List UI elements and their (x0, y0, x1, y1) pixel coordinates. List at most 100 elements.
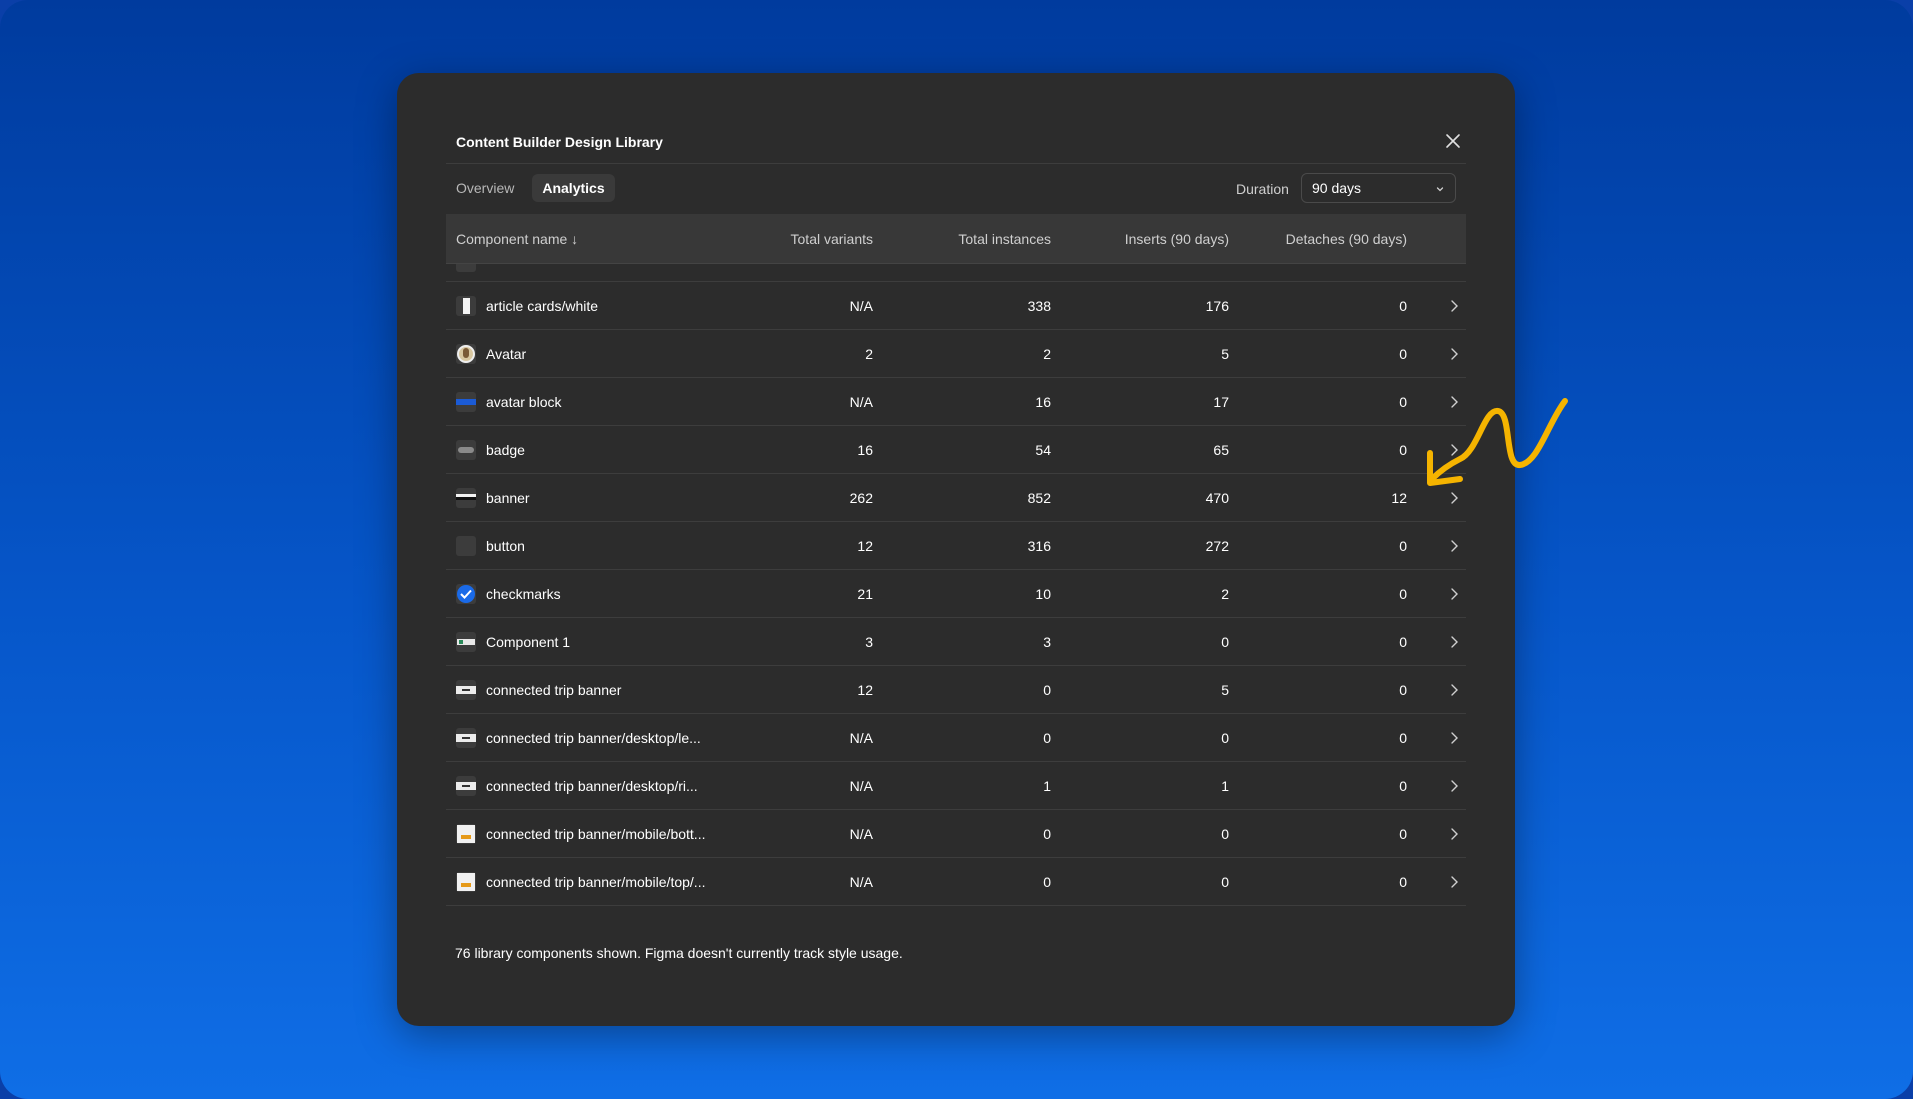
total-variants-value: 21 (857, 586, 873, 602)
column-component-name[interactable]: Component name ↓ (456, 231, 578, 247)
detaches-value: 0 (1399, 394, 1407, 410)
chevron-right-icon[interactable] (1449, 779, 1461, 793)
library-analytics-modal: Content Builder Design Library Overview … (397, 73, 1515, 1026)
table-row[interactable]: article cards/white N/A 338 176 0 (446, 282, 1466, 330)
inserts-value: 5 (1221, 346, 1229, 362)
column-total-variants[interactable]: Total variants (791, 231, 873, 247)
inserts-value: 0 (1221, 874, 1229, 890)
tab-bar: Overview Analytics (446, 168, 615, 208)
total-instances-value: 852 (1027, 490, 1051, 506)
detaches-value: 0 (1399, 730, 1407, 746)
inserts-value: 65 (1213, 442, 1229, 458)
detaches-value: 0 (1399, 682, 1407, 698)
component-name[interactable]: badge (486, 442, 525, 458)
modal-title: Content Builder Design Library (456, 134, 663, 150)
table-body[interactable]: article cards/white N/A 338 176 0 Avatar 2 2 5 0 a… (446, 264, 1466, 924)
component-name[interactable]: banner (486, 490, 530, 506)
inserts-value: 0 (1221, 730, 1229, 746)
component-name[interactable]: Avatar (486, 346, 526, 362)
component-name[interactable]: connected trip banner (486, 682, 621, 698)
table-row-partial[interactable] (446, 264, 1466, 282)
total-variants-value: 3 (865, 634, 873, 650)
chevron-right-icon[interactable] (1449, 587, 1461, 601)
detaches-value: 0 (1399, 346, 1407, 362)
total-instances-value: 3 (1043, 634, 1051, 650)
total-variants-value: 262 (849, 490, 873, 506)
table-row[interactable]: connected trip banner/desktop/ri... N/A 1 1… (446, 762, 1466, 810)
detaches-value: 0 (1399, 826, 1407, 842)
duration-value: 90 days (1312, 180, 1362, 196)
table-row[interactable]: button 12 316 272 0 (446, 522, 1466, 570)
table-row[interactable]: Avatar 2 2 5 0 (446, 330, 1466, 378)
table-row[interactable]: checkmarks 21 10 2 0 (446, 570, 1466, 618)
detaches-value: 12 (1391, 490, 1407, 506)
mobile-banner-thumbnail (456, 872, 476, 892)
inserts-value: 272 (1205, 538, 1229, 554)
component-name[interactable]: connected trip banner/mobile/top/... (486, 874, 705, 890)
component-name[interactable]: Component 1 (486, 634, 570, 650)
chevron-right-icon[interactable] (1449, 347, 1461, 361)
column-detaches[interactable]: Detaches (90 days) (1286, 231, 1407, 247)
inserts-value: 2 (1221, 586, 1229, 602)
chevron-right-icon[interactable] (1449, 875, 1461, 889)
button-thumbnail (456, 536, 476, 556)
component-name[interactable]: avatar block (486, 394, 561, 410)
chevron-right-icon[interactable] (1449, 731, 1461, 745)
close-button[interactable] (1441, 129, 1465, 153)
total-variants-value: 2 (865, 346, 873, 362)
table-row[interactable]: Component 1 3 3 0 0 (446, 618, 1466, 666)
mobile-banner-thumbnail (456, 824, 476, 844)
detaches-value: 0 (1399, 586, 1407, 602)
column-inserts[interactable]: Inserts (90 days) (1125, 231, 1229, 247)
tab-overview[interactable]: Overview (446, 174, 524, 202)
component-name[interactable]: article cards/white (486, 298, 598, 314)
annotation-arrow-icon (1427, 398, 1568, 486)
table-row[interactable]: connected trip banner/desktop/le... N/A 0 0… (446, 714, 1466, 762)
tab-analytics[interactable]: Analytics (532, 174, 615, 202)
total-instances-value: 338 (1027, 298, 1051, 314)
table-row[interactable]: connected trip banner 12 0 5 0 (446, 666, 1466, 714)
inserts-value: 0 (1221, 826, 1229, 842)
chevron-right-icon[interactable] (1449, 683, 1461, 697)
total-variants-value: N/A (849, 778, 873, 794)
table-row[interactable]: connected trip banner/mobile/top/... N/A 0… (446, 858, 1466, 906)
component-name[interactable]: connected trip banner/mobile/bott... (486, 826, 705, 842)
total-instances-value: 1 (1043, 778, 1051, 794)
footer-note: 76 library components shown. Figma doesn… (455, 945, 903, 961)
duration-label: Duration (1236, 181, 1289, 197)
badge-thumbnail (456, 440, 476, 460)
detaches-value: 0 (1399, 874, 1407, 890)
table-row[interactable]: avatar block N/A 16 17 0 (446, 378, 1466, 426)
detaches-value: 0 (1399, 538, 1407, 554)
avatar-thumbnail (456, 344, 476, 364)
chevron-down-icon (1436, 187, 1444, 192)
chevron-right-icon[interactable] (1449, 635, 1461, 649)
chevron-right-icon[interactable] (1449, 299, 1461, 313)
component-name[interactable]: checkmarks (486, 586, 561, 602)
inserts-value: 17 (1213, 394, 1229, 410)
duration-select[interactable]: 90 days (1301, 173, 1456, 203)
title-divider (446, 163, 1466, 164)
component-name[interactable]: connected trip banner/desktop/le... (486, 730, 701, 746)
inserts-value: 470 (1205, 490, 1229, 506)
component-name[interactable]: connected trip banner/desktop/ri... (486, 778, 698, 794)
table-row[interactable]: badge 16 54 65 0 (446, 426, 1466, 474)
trip-banner-thumbnail (456, 776, 476, 796)
detaches-value: 0 (1399, 442, 1407, 458)
close-icon (1446, 134, 1460, 148)
chevron-right-icon[interactable] (1449, 827, 1461, 841)
detaches-value: 0 (1399, 778, 1407, 794)
total-instances-value: 54 (1035, 442, 1051, 458)
total-instances-value: 0 (1043, 874, 1051, 890)
component-thumbnail (456, 264, 476, 272)
table-row[interactable]: connected trip banner/mobile/bott... N/A 0… (446, 810, 1466, 858)
total-variants-value: N/A (849, 826, 873, 842)
total-instances-value: 316 (1027, 538, 1051, 554)
component-name[interactable]: button (486, 538, 525, 554)
total-instances-value: 10 (1035, 586, 1051, 602)
blue-block-thumbnail (456, 392, 476, 412)
column-total-instances[interactable]: Total instances (958, 231, 1051, 247)
table-row[interactable]: banner 262 852 470 12 (446, 474, 1466, 522)
inserts-value: 0 (1221, 634, 1229, 650)
chevron-right-icon[interactable] (1449, 539, 1461, 553)
